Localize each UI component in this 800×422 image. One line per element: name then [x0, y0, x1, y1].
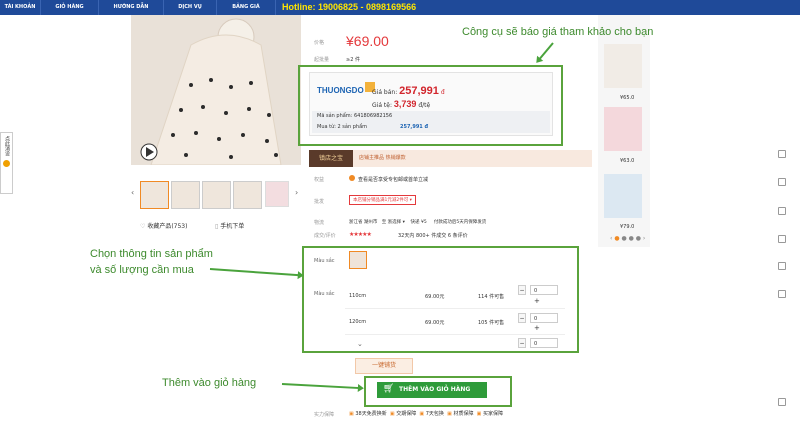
arrow-icon [209, 268, 302, 277]
shop-desc: 店铺主推品 热销爆款 [359, 155, 406, 161]
thumbnail-partial[interactable] [265, 181, 293, 207]
arrow-icon [536, 42, 554, 63]
discount-label: 批发 [314, 199, 325, 205]
guarantee-item: 买家保障 [482, 411, 503, 417]
left-tab-label: 点此消设 [4, 136, 10, 156]
cart-highlight-box [364, 376, 512, 407]
moq-label: 起批量 [314, 57, 330, 63]
nav-pricing[interactable]: BẢNG GIÁ [217, 0, 276, 15]
shipping-text[interactable]: 浙江省 湖州市 至 浙选择 ▾ 快递 ¥5 付款成功后5天内保障发货 [349, 219, 486, 225]
shop-banner[interactable]: 镇店之宝 店铺主推品 热销爆款 [309, 150, 592, 167]
cart-icon [3, 160, 10, 167]
rights-text[interactable]: 查看是否享受专包邮或首单立减 [358, 176, 428, 183]
deal-label: 成交/评价 [314, 233, 336, 239]
quote-note: Công cụ sẽ báo giá tham khảo cho bạn [462, 26, 654, 38]
favorite-count: 收藏产品(753) [147, 223, 188, 230]
nav-guide[interactable]: HƯỚNG DẪN [99, 0, 164, 15]
phone-icon: ▯ [215, 223, 219, 230]
favorite-link[interactable]: ♡ 收藏产品(753) [140, 221, 187, 230]
left-float-tab[interactable]: 点此消设 [0, 132, 13, 194]
phone-order-label: 手机下单 [220, 223, 245, 230]
dress-image [131, 15, 301, 165]
arrow-icon [281, 383, 362, 390]
select-note-2: và số lượng cần mua [90, 264, 194, 276]
variant-highlight-box [302, 246, 579, 353]
side-tool-icon[interactable] [778, 235, 786, 243]
deal-text: 32天内 800+ 件成交 6 条评价 [398, 233, 468, 239]
scroll-top-icon[interactable] [778, 398, 786, 406]
thumb-next-icon[interactable]: › [295, 188, 298, 197]
price-label: 价格 [314, 40, 325, 46]
select-note-1: Chọn thông tin sản phẩm [90, 248, 213, 260]
thumbnail[interactable] [140, 181, 169, 209]
side-tool-icon[interactable] [778, 207, 786, 215]
guarantee-label: 实力保障 [314, 412, 335, 418]
rating-stars: ★★★★★ [349, 231, 372, 238]
guarantee-item: 7天包换 [425, 411, 444, 417]
thumbnail[interactable] [171, 181, 200, 209]
hotline: Hotline: 19006825 - 0898169566 [282, 2, 417, 12]
related-item-image[interactable] [604, 107, 642, 151]
related-item-image[interactable] [604, 174, 642, 218]
phone-order-link[interactable]: ▯ 手机下单 [215, 221, 244, 230]
nav-account[interactable]: TÀI KHOẢN [0, 0, 41, 15]
guarantee-item: 交期保障 [396, 411, 417, 417]
shop-badge: 镇店之宝 [309, 150, 353, 167]
thumbnail[interactable] [233, 181, 262, 209]
quote-highlight-box [298, 65, 563, 146]
price-value: ¥69.00 [346, 33, 389, 49]
discount-select[interactable]: 本店铺分销品满1元减2件可 ▾ [349, 195, 416, 205]
related-price: ¥65.0 [620, 95, 635, 101]
related-pager[interactable]: ‹ ● ● ● ● › [610, 235, 645, 242]
related-price: ¥79.0 [620, 224, 635, 230]
cart-note: Thêm vào giỏ hàng [162, 377, 257, 389]
guarantee-list: ▣ 38天免费换新 ▣ 交期保障 ▣ 7天包换 ▣ 材质保障 ▣ 买家保障 [349, 411, 503, 417]
related-price: ¥63.0 [620, 158, 635, 164]
nav-service[interactable]: DỊCH VỤ [164, 0, 217, 15]
guarantee-item: 38天免费换新 [355, 411, 387, 417]
coupon-icon [349, 175, 355, 181]
thumbnail[interactable] [202, 181, 231, 209]
side-tool-icon[interactable] [778, 290, 786, 298]
side-tool-icon[interactable] [778, 262, 786, 270]
side-tool-icon[interactable] [778, 178, 786, 186]
top-nav: TÀI KHOẢN GIỎ HÀNG HƯỚNG DẪN DỊCH VỤ BẢN… [0, 0, 800, 15]
guarantee-item: 材质保障 [453, 411, 474, 417]
nav-cart[interactable]: GIỎ HÀNG [41, 0, 99, 15]
thumb-prev-icon[interactable]: ‹ [131, 188, 134, 197]
related-item-image[interactable] [604, 44, 642, 88]
shipping-label: 物流 [314, 220, 325, 226]
play-icon[interactable] [16, 150, 17, 151]
one-click-button[interactable]: 一键铺货 [355, 358, 413, 374]
moq-value: ≥2 件 [346, 57, 360, 63]
heart-icon: ♡ [140, 223, 146, 230]
rights-label: 权益 [314, 177, 325, 183]
side-tool-icon[interactable] [778, 150, 786, 158]
product-main-image[interactable] [131, 15, 301, 165]
